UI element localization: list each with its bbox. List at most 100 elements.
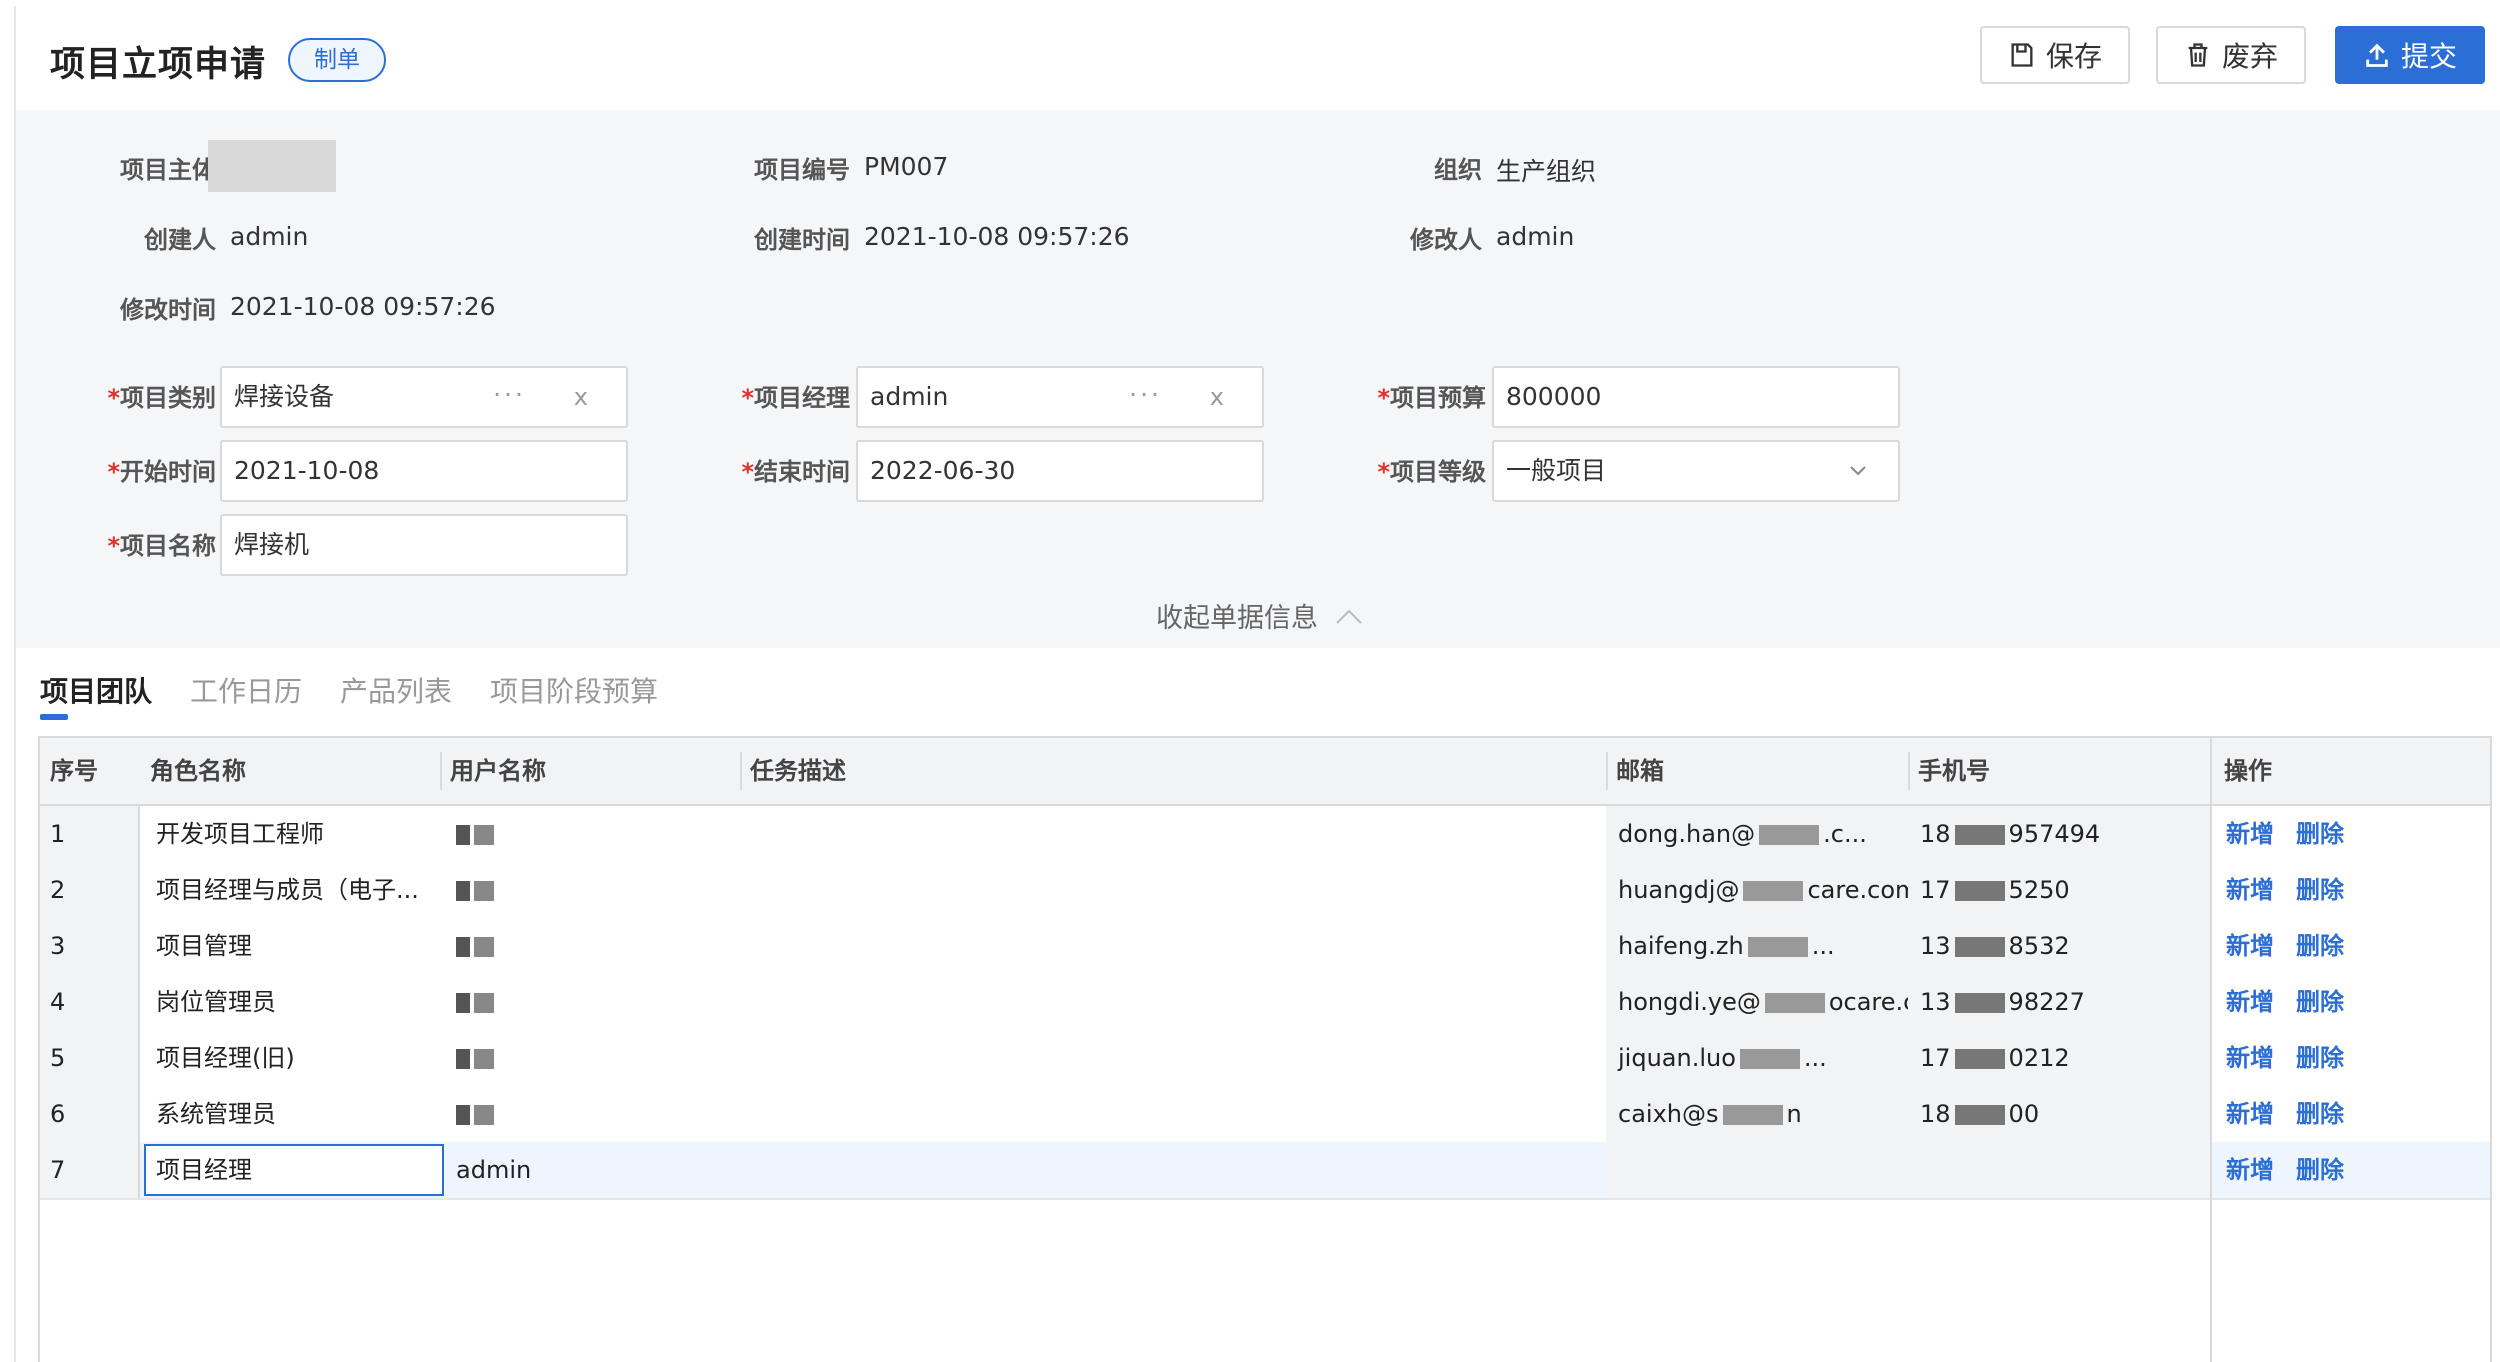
project-name-input[interactable]: 焊接机 xyxy=(220,514,628,576)
email-cell[interactable]: caixh@s n xyxy=(1606,1086,1908,1142)
category-label: *项目类别 xyxy=(16,378,216,413)
task-description-cell[interactable] xyxy=(744,974,1606,1030)
redacted-phone xyxy=(1954,993,2005,1013)
email-tail: ocare.c... xyxy=(1828,988,1908,1016)
add-row-button[interactable]: 新增 xyxy=(2226,1044,2274,1072)
delete-row-button[interactable]: 删除 xyxy=(2296,932,2344,960)
role-name-cell[interactable]: 项目经理与成员（电子... xyxy=(144,862,440,918)
add-row-button[interactable]: 新增 xyxy=(2226,820,2274,848)
redacted-phone xyxy=(1954,937,2005,957)
delete-row-button[interactable]: 删除 xyxy=(2296,876,2344,904)
user-name-cell[interactable] xyxy=(444,1086,740,1142)
redacted-phone xyxy=(1954,825,2005,845)
start-date-input[interactable]: 2021-10-08 xyxy=(220,440,628,502)
role-name-cell[interactable]: 系统管理员 xyxy=(144,1086,440,1142)
category-field[interactable]: 焊接设备 ··· x xyxy=(220,366,628,428)
email-value: hongdi.ye@ xyxy=(1618,988,1761,1016)
phone-cell[interactable]: 18 00 xyxy=(1908,1086,2210,1142)
row-index: 5 xyxy=(40,1030,140,1086)
save-button[interactable]: 保存 xyxy=(1980,26,2130,84)
user-name-cell[interactable] xyxy=(444,918,740,974)
table-row[interactable]: 1 开发项目工程师 dong.han@ .c... 18 957494 新增 删除 xyxy=(40,806,2490,864)
manager-picker-icon[interactable]: ··· xyxy=(1129,366,1162,424)
task-description-cell[interactable] xyxy=(744,806,1606,862)
task-description-cell[interactable] xyxy=(744,918,1606,974)
task-description-cell[interactable] xyxy=(744,1030,1606,1086)
tab-stage-budget[interactable]: 项目阶段预算 xyxy=(490,670,658,710)
tab-product-list[interactable]: 产品列表 xyxy=(340,670,452,710)
email-cell[interactable] xyxy=(1606,1142,1908,1198)
org-value: 生产组织 xyxy=(1496,157,1597,186)
phone-tail: 00 xyxy=(2008,1100,2040,1128)
table-row[interactable]: 5 项目经理(旧) jiquan.luo... 17 0212 新增 删除 xyxy=(40,1030,2490,1088)
role-name-cell[interactable]: 项目管理 xyxy=(144,918,440,974)
user-name-cell[interactable] xyxy=(444,862,740,918)
row-index: 7 xyxy=(40,1142,140,1198)
table-row[interactable]: 2 项目经理与成员（电子... huangdj@ care.com 17 5250 新增 删除 xyxy=(40,862,2490,920)
phone-cell[interactable] xyxy=(1908,1142,2210,1198)
phone-cell[interactable]: 13 98227 xyxy=(1908,974,2210,1030)
user-name-cell[interactable] xyxy=(444,806,740,862)
end-date-input[interactable]: 2022-06-30 xyxy=(856,440,1264,502)
redacted-user xyxy=(474,881,494,901)
add-row-button[interactable]: 新增 xyxy=(2226,1156,2274,1184)
role-name-cell[interactable]: 岗位管理员 xyxy=(144,974,440,1030)
task-description-cell[interactable] xyxy=(744,1142,1606,1198)
email-value: caixh@s xyxy=(1618,1100,1719,1128)
actions-cell: 新增 删除 xyxy=(2214,1030,2490,1086)
category-clear-icon[interactable]: x xyxy=(574,368,588,426)
delete-row-button[interactable]: 删除 xyxy=(2296,1044,2344,1072)
page-title: 项目立项申请 xyxy=(50,45,267,85)
email-cell[interactable]: dong.han@ .c... xyxy=(1606,806,1908,862)
email-cell[interactable]: huangdj@ care.com xyxy=(1606,862,1908,918)
delete-row-button[interactable]: 删除 xyxy=(2296,820,2344,848)
budget-input[interactable]: 800000 xyxy=(1492,366,1900,428)
collapse-info-toggle[interactable]: 收起单据信息 xyxy=(1156,596,1364,635)
add-row-button[interactable]: 新增 xyxy=(2226,1100,2274,1128)
manager-field[interactable]: admin ··· x xyxy=(856,366,1264,428)
redacted-user xyxy=(474,937,494,957)
role-name-cell[interactable]: 开发项目工程师 xyxy=(144,806,440,862)
phone-value: 18 xyxy=(1920,1100,1951,1128)
role-name-cell[interactable]: 项目经理 xyxy=(144,1142,440,1198)
table-row[interactable]: 7 项目经理 admin 新增 删除 xyxy=(40,1142,2490,1200)
manager-clear-icon[interactable]: x xyxy=(1210,368,1224,426)
table-row[interactable]: 4岗位管理员 hongdi.ye@ ocare.c... 13 98227 新增删除 xyxy=(40,974,2490,1032)
phone-cell[interactable]: 17 5250 xyxy=(1908,862,2210,918)
phone-cell[interactable]: 18 957494 xyxy=(1908,806,2210,862)
user-name-cell[interactable] xyxy=(444,974,740,1030)
table-row[interactable]: 6 系统管理员 caixh@s n 18 00 新增 删除 xyxy=(40,1086,2490,1144)
collapse-label: 收起单据信息 xyxy=(1156,603,1318,634)
delete-row-button[interactable]: 删除 xyxy=(2296,988,2344,1016)
add-row-button[interactable]: 新增 xyxy=(2226,876,2274,904)
phone-cell[interactable]: 17 0212 xyxy=(1908,1030,2210,1086)
discard-button[interactable]: 废弃 xyxy=(2156,26,2306,84)
task-description-cell[interactable] xyxy=(744,862,1606,918)
tab-project-team[interactable]: 项目团队 xyxy=(40,670,152,710)
email-cell[interactable]: jiquan.luo... xyxy=(1606,1030,1908,1086)
email-cell[interactable]: haifeng.zh... xyxy=(1606,918,1908,974)
user-name-cell[interactable] xyxy=(444,1030,740,1086)
add-row-button[interactable]: 新增 xyxy=(2226,932,2274,960)
task-description-cell[interactable] xyxy=(744,1086,1606,1142)
budget-label-text: 项目预算 xyxy=(1390,384,1486,412)
phone-tail: 5250 xyxy=(2008,876,2070,904)
table-row[interactable]: 3 项目管理 haifeng.zh... 13 8532 新增 删除 xyxy=(40,918,2490,976)
submit-button[interactable]: 提交 xyxy=(2335,26,2485,84)
delete-row-button[interactable]: 删除 xyxy=(2296,1100,2344,1128)
phone-value: 13 xyxy=(1920,932,1951,960)
email-cell[interactable]: hongdi.ye@ ocare.c... xyxy=(1606,974,1908,1030)
level-select[interactable]: 一般项目 xyxy=(1492,440,1900,502)
tab-work-calendar[interactable]: 工作日历 xyxy=(190,670,302,710)
level-value: 一般项目 xyxy=(1506,456,1607,485)
actions-cell: 新增 删除 xyxy=(2214,862,2490,918)
manager-label-text: 项目经理 xyxy=(754,384,850,412)
redacted-email xyxy=(1722,1105,1783,1125)
category-value: 焊接设备 xyxy=(234,382,335,411)
category-picker-icon[interactable]: ··· xyxy=(493,366,526,424)
phone-cell[interactable]: 13 8532 xyxy=(1908,918,2210,974)
delete-row-button[interactable]: 删除 xyxy=(2296,1156,2344,1184)
add-row-button[interactable]: 新增 xyxy=(2226,988,2274,1016)
role-name-cell[interactable]: 项目经理(旧) xyxy=(144,1030,440,1086)
user-name-cell[interactable]: admin xyxy=(444,1142,740,1198)
